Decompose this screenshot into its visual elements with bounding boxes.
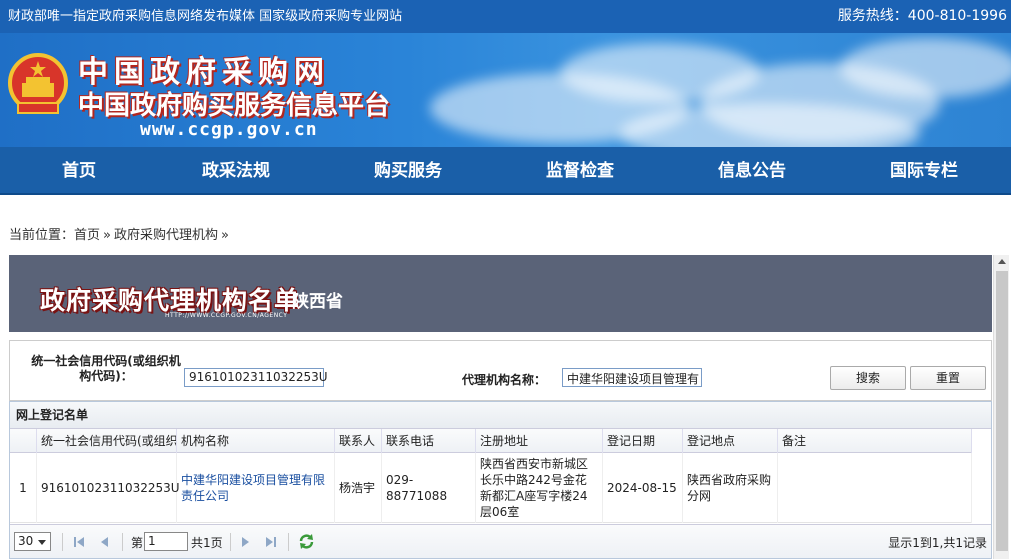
row-address: 陕西省西安市新城区长乐中路242号金花新都汇A座写字楼24层06室	[476, 453, 603, 523]
column-header-index	[10, 429, 37, 453]
refresh-icon[interactable]	[298, 533, 315, 550]
last-page-icon[interactable]	[264, 535, 278, 549]
credit-code-input[interactable]: 91610102311032253U	[184, 368, 328, 387]
row-credit-code: 91610102311032253U	[37, 453, 180, 523]
agency-name-input[interactable]: 中建华阳建设项目管理有	[562, 368, 702, 387]
column-header-address[interactable]: 注册地址	[476, 429, 603, 453]
pagination-info: 显示1到1,共1记录	[888, 536, 987, 550]
search-button[interactable]: 搜索	[830, 366, 906, 390]
registration-grid: 网上登记名单 统一社会信用代码(或组织 机构名称 联系人 联系电话 注册地址 登…	[9, 401, 992, 559]
next-page-icon[interactable]	[238, 535, 252, 549]
scroll-up-icon[interactable]	[998, 259, 1006, 264]
breadcrumb: 当前位置：首页» 政府采购代理机构»	[9, 224, 232, 243]
row-index: 1	[10, 453, 37, 523]
main-nav: 首页 政采法规 购买服务 监督检查 信息公告 国际专栏	[0, 147, 1011, 195]
row-remark	[778, 453, 972, 523]
nav-item-regulations[interactable]: 政采法规	[202, 147, 270, 195]
banner-province: 陕西省	[292, 292, 343, 312]
nav-item-announcements[interactable]: 信息公告	[718, 147, 786, 195]
row-date: 2024-08-15	[603, 453, 683, 523]
site-header: 中国政府采购网 中国政府购买服务信息平台 www.ccgp.gov.cn	[0, 33, 1011, 147]
column-header-credit-code[interactable]: 统一社会信用代码(或组织	[37, 429, 177, 453]
national-emblem-icon	[8, 53, 68, 114]
scroll-thumb[interactable]	[996, 271, 1008, 551]
grid-header: 统一社会信用代码(或组织 机构名称 联系人 联系电话 注册地址 登记日期 登记地…	[10, 429, 972, 453]
credit-code-label: 统一社会信用代码(或组织机构代码)：	[31, 354, 181, 383]
column-header-remark[interactable]: 备注	[778, 429, 972, 453]
page-size-select[interactable]: 30	[14, 532, 51, 551]
row-phone: 029-88771088	[382, 453, 476, 523]
column-header-location[interactable]: 登记地点	[683, 429, 778, 453]
banner-url: HTTP://WWW.CCGP.GOV.CN/AGENCY	[165, 312, 288, 319]
pagination-bar: 30 第 1 共1页 显示1到1,共1记录	[10, 524, 991, 558]
site-url: www.ccgp.gov.cn	[140, 119, 318, 140]
row-location: 陕西省政府采购分网	[683, 453, 778, 523]
nav-item-supervision[interactable]: 监督检查	[546, 147, 614, 195]
agency-list-banner: 政府采购代理机构名单 陕西省 HTTP://WWW.CCGP.GOV.CN/AG…	[9, 255, 992, 332]
search-form: 统一社会信用代码(或组织机构代码)： 91610102311032253U 代理…	[9, 340, 992, 401]
site-subtitle: 中国政府购买服务信息平台	[78, 91, 391, 121]
page-number-input[interactable]: 1	[144, 532, 188, 551]
page-prefix: 第	[131, 536, 144, 550]
service-hotline: 服务热线：400-810-1996	[837, 8, 1007, 24]
row-agency-name-link[interactable]: 中建华阳建设项目管理有限责任公司	[177, 453, 335, 523]
column-header-contact[interactable]: 联系人	[335, 429, 382, 453]
nav-item-international[interactable]: 国际专栏	[890, 147, 958, 195]
breadcrumb-separator: »	[103, 228, 111, 243]
column-header-date[interactable]: 登记日期	[603, 429, 683, 453]
grid-title: 网上登记名单	[10, 402, 991, 429]
nav-item-purchase-services[interactable]: 购买服务	[374, 147, 442, 195]
nav-item-home[interactable]: 首页	[62, 147, 96, 195]
table-row[interactable]: 1 91610102311032253U 中建华阳建设项目管理有限责任公司 杨浩…	[10, 453, 972, 523]
previous-page-icon[interactable]	[98, 535, 112, 549]
breadcrumb-home[interactable]: 首页	[74, 228, 100, 243]
breadcrumb-separator: »	[221, 228, 229, 243]
column-header-phone[interactable]: 联系电话	[382, 429, 476, 453]
row-contact: 杨浩宇	[335, 453, 382, 523]
site-slogan: 财政部唯一指定政府采购信息网络发布媒体 国家级政府采购专业网站	[8, 9, 403, 24]
vertical-scrollbar[interactable]	[993, 255, 1009, 559]
first-page-icon[interactable]	[72, 535, 86, 549]
reset-button[interactable]: 重置	[910, 366, 986, 390]
page-total: 共1页	[191, 536, 223, 550]
breadcrumb-current[interactable]: 政府采购代理机构	[114, 228, 218, 243]
breadcrumb-prefix: 当前位置：	[9, 228, 75, 243]
agency-name-label: 代理机构名称：	[462, 373, 547, 387]
top-bar: 财政部唯一指定政府采购信息网络发布媒体 国家级政府采购专业网站 服务热线：400…	[0, 0, 1011, 33]
column-header-agency-name[interactable]: 机构名称	[177, 429, 335, 453]
